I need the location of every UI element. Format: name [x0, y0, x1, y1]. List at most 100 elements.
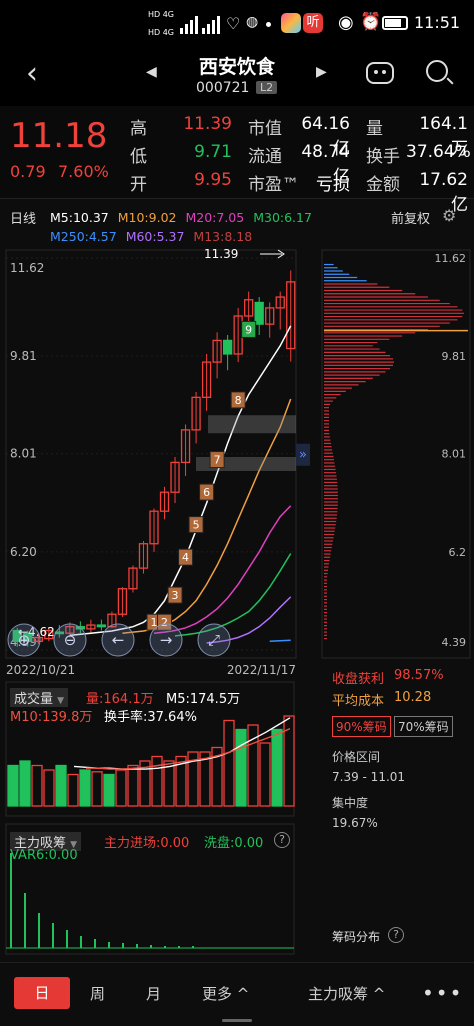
fullscreen-icon-glyph: ⤢: [208, 631, 221, 649]
volume-bar: [115, 769, 127, 807]
chip-y-tick-label: 11.62: [435, 252, 467, 265]
volume-bar: [43, 769, 55, 807]
volume-bar: [271, 728, 283, 807]
signal-badge-label: 7: [214, 454, 221, 467]
quote-label-1-0: 低: [130, 147, 147, 167]
volume-bar: [259, 742, 271, 807]
signal-badge-label: 5: [193, 519, 200, 532]
candle-body: [96, 624, 107, 628]
tab-90-chips[interactable]: 90%筹码: [332, 716, 391, 737]
price-range-value: 7.39 - 11.01: [332, 770, 406, 784]
support-zone: [208, 415, 296, 434]
volume-bar: [235, 728, 247, 807]
quote-value-2-1: 亏损: [316, 175, 350, 195]
back-icon[interactable]: ‹: [26, 56, 38, 91]
date-end-label: 2022/11/17: [227, 663, 296, 677]
signal-icon: [180, 16, 220, 34]
volume-bar: [7, 764, 19, 807]
ma30-line: [174, 553, 292, 637]
eye-icon: ◉: [338, 12, 354, 33]
concentration-label: 集中度: [332, 796, 369, 810]
listen-app-icon: 听: [303, 13, 323, 33]
volume-panel[interactable]: 成交量 ▼ 量:164.1万 M5:174.5万 M10:139.8万 换手率:…: [0, 680, 300, 820]
signal-badge-label: 3: [172, 589, 179, 602]
chevron-up-icon-2: ^: [372, 985, 386, 1003]
flow-panel[interactable]: 主力吸筹 ▼ 主力进场:0.00 洗盘:0.00 ? VAR6:0.00: [0, 820, 300, 960]
flow-bar: [38, 913, 40, 948]
volume-bar: [79, 769, 91, 807]
signal-badge-label: 6: [203, 486, 210, 499]
flow-bar: [80, 936, 82, 948]
flow-bar: [24, 893, 26, 948]
tab-day[interactable]: 日: [14, 977, 70, 1009]
chip-info-panel: 收盘获利 98.57% 平均成本 10.28 90%筹码 70%筹码 价格区间 …: [300, 660, 474, 960]
candle-body: [222, 339, 233, 355]
chip-dist-label: 筹码分布: [332, 930, 381, 944]
stock-name: 西安饮食: [198, 56, 275, 78]
indicator-label: 主力吸筹: [308, 985, 369, 1003]
heart-icon: ♡: [226, 14, 241, 33]
ma-legend: M5:10.37 M10:9.02 M20:7.05 M30:6.17 M250:4.5…: [50, 208, 380, 246]
tab-month[interactable]: 月: [146, 983, 161, 1004]
status-bar: HD 4G HD 4G ♡ ◍ 听 ◉ ⏰ 11:51: [0, 0, 474, 50]
quote-label-0-1: 市值: [248, 119, 282, 139]
y-tick-label: 9.81: [10, 349, 37, 363]
concentration-value: 19.67%: [332, 816, 378, 830]
prev-stock-icon[interactable]: ◀: [146, 64, 157, 80]
bottom-toolbar: 日 周 月 更多 ^ 主力吸筹 ^ •••: [0, 962, 474, 1026]
profit-value: 98.57%: [394, 668, 444, 683]
clock: 11:51: [414, 13, 461, 32]
volume-bar: [91, 771, 103, 807]
more-icon[interactable]: •••: [422, 981, 463, 1005]
kline-chart[interactable]: 日线 M5:10.37 M10:9.02 M20:7.05 M30:6.17 M250:…: [0, 200, 474, 680]
settings-gear-icon[interactable]: ⚙: [442, 206, 456, 225]
chip-y-tick-label: 6.2: [449, 546, 467, 559]
high-marker-label: 11.39: [204, 247, 238, 261]
signal-badge-label: 8: [235, 394, 242, 407]
date-start-label: 2022/10/21: [6, 663, 75, 677]
network-indicator-1: HD 4G: [148, 10, 174, 19]
chip-y-tick-label: 9.81: [442, 350, 467, 363]
home-indicator: [222, 1019, 252, 1022]
tab-more[interactable]: 更多 ^: [202, 983, 249, 1004]
quote-value-1-0: 9.71: [194, 142, 232, 162]
avg-cost-label: 平均成本: [332, 694, 385, 709]
tab-week[interactable]: 周: [90, 983, 105, 1004]
quote-value-2-0: 9.95: [194, 170, 232, 190]
quote-label-0-2: 量: [366, 119, 383, 139]
volume-canvas[interactable]: [0, 680, 300, 820]
volume-bar: [151, 755, 163, 807]
quote-value-0-0: 11.39: [183, 114, 232, 134]
battery-icon: [382, 16, 408, 30]
ma-legend-item: M5:10.37: [50, 210, 109, 225]
y-tick-label: 8.01: [10, 447, 37, 461]
quote-panel: 11.18 0.79 7.60% 高 11.39 市值 64.16亿量 164.1万低 9…: [0, 106, 474, 215]
next-stock-icon[interactable]: ▶: [316, 64, 327, 80]
tab-70-chips[interactable]: 70%筹码: [394, 716, 453, 737]
app-icon: [281, 13, 301, 33]
flow-bar: [108, 942, 110, 948]
pan-left-icon-glyph: ←: [112, 631, 125, 649]
network-label-1: HD 4G: [148, 10, 175, 19]
flow-bar: [10, 853, 12, 948]
level2-badge: L2: [256, 81, 278, 94]
flow-canvas[interactable]: [0, 820, 300, 960]
help-icon[interactable]: ?: [388, 927, 404, 943]
y-tick-label: 11.62: [10, 261, 44, 275]
kline-canvas[interactable]: 11.629.818.016.204.3911.629.818.016.24.3…: [0, 244, 474, 680]
listen-app-label: 听: [306, 15, 320, 30]
quote-label-1-2: 换手: [366, 147, 400, 167]
ma-legend-item: M250:4.57: [50, 229, 117, 244]
flow-bar: [94, 939, 96, 948]
zoom-in-icon-glyph: ⊕: [18, 631, 31, 649]
zoom-out-icon-glyph: ⊖: [64, 631, 77, 649]
price-change-pct: 7.60%: [58, 162, 109, 181]
adjust-label[interactable]: 前复权: [391, 208, 430, 227]
robot-icon[interactable]: [366, 62, 394, 84]
ma-legend-item: M30:6.17: [253, 210, 312, 225]
indicator-selector[interactable]: 主力吸筹 ^: [308, 983, 385, 1004]
quote-label-2-0: 开: [130, 175, 147, 195]
search-icon[interactable]: [426, 60, 454, 85]
profit-label: 收盘获利: [332, 672, 385, 687]
ma-legend-item: M20:7.05: [185, 210, 245, 225]
